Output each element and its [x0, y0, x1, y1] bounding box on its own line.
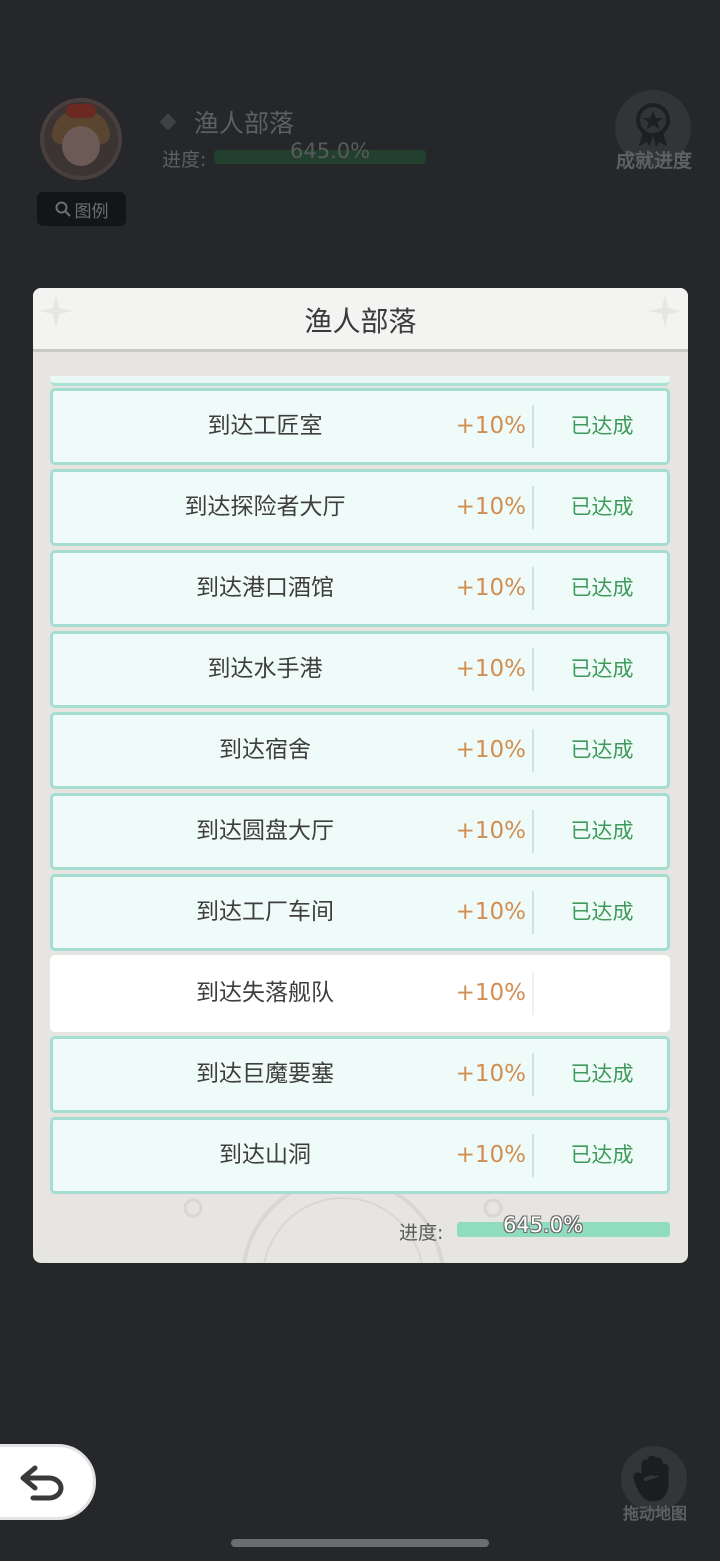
- achievement-status: 已达成: [570, 819, 634, 843]
- dialog-progress-label: 进度:: [399, 1222, 444, 1244]
- area-progress-label: 进度:: [162, 149, 207, 171]
- drag-map-label: 拖动地图: [622, 1504, 687, 1523]
- achievement-progress-button[interactable]: 成就进度: [613, 90, 693, 176]
- avatar-face: [62, 126, 100, 166]
- achievement-bonus: +10%: [455, 413, 526, 439]
- achievement-bonus: +10%: [455, 980, 526, 1006]
- dialog-title: 渔人部落: [304, 305, 417, 338]
- achievement-name: 到达港口酒馆: [196, 575, 334, 601]
- achievement-status: [534, 958, 670, 1029]
- achievement-name: 到达宿舍: [219, 737, 311, 763]
- achievement-name: 到达工厂车间: [196, 899, 334, 925]
- dialog-header: 渔人部落: [33, 288, 688, 352]
- achievement-status: 已达成: [570, 900, 634, 924]
- achievement-name: 到达巨魔要塞: [196, 1061, 334, 1087]
- achievement-row[interactable]: 到达圆盘大厅 +10% 已达成: [50, 793, 670, 870]
- achievement-dialog: 渔人部落 到达工匠室 +10% 已达成 到达探险者大厅 +10% 已达成 到达港口酒馆 +10…: [33, 288, 688, 1263]
- player-avatar[interactable]: [40, 98, 122, 180]
- diamond-icon: [159, 113, 177, 131]
- achievement-row[interactable]: 到达水手港 +10% 已达成: [50, 631, 670, 708]
- achievement-row[interactable]: 到达工匠室 +10% 已达成: [50, 388, 670, 465]
- achievement-name: 到达山洞: [219, 1142, 311, 1168]
- corner-star-icon: [648, 294, 682, 328]
- legend-label: 图例: [74, 201, 109, 222]
- achievement-status: 已达成: [570, 414, 634, 438]
- achievement-name: 到达圆盘大厅: [196, 818, 334, 844]
- achievement-status: 已达成: [570, 1143, 634, 1167]
- area-title-text: 渔人部落: [194, 109, 295, 138]
- list-scroll-edge: [50, 376, 670, 386]
- search-icon: [55, 201, 71, 217]
- medal-icon: [636, 103, 670, 147]
- achievement-bonus: +10%: [455, 1142, 526, 1168]
- legend-button[interactable]: 图例: [37, 192, 126, 226]
- achievement-status: 已达成: [570, 1062, 634, 1086]
- achievement-row[interactable]: 到达港口酒馆 +10% 已达成: [50, 550, 670, 627]
- achievement-row[interactable]: 到达工厂车间 +10% 已达成: [50, 874, 670, 951]
- achievement-bonus: +10%: [455, 737, 526, 763]
- achievement-row[interactable]: 到达山洞 +10% 已达成: [50, 1117, 670, 1194]
- home-indicator[interactable]: [231, 1539, 489, 1547]
- achievement-status: 已达成: [570, 576, 634, 600]
- achievement-name: 到达失落舰队: [196, 980, 334, 1006]
- achievement-bonus: +10%: [455, 818, 526, 844]
- achievement-name: 到达探险者大厅: [184, 494, 346, 520]
- achievement-status: 已达成: [570, 495, 634, 519]
- back-button[interactable]: [0, 1444, 96, 1520]
- hand-icon: [633, 1455, 669, 1502]
- achievement-row[interactable]: 到达巨魔要塞 +10% 已达成: [50, 1036, 670, 1113]
- achievement-name: 到达水手港: [207, 656, 323, 682]
- drag-map-button[interactable]: 拖动地图: [617, 1446, 693, 1526]
- achievement-status: 已达成: [570, 657, 634, 681]
- achievement-row[interactable]: 到达宿舍 +10% 已达成: [50, 712, 670, 789]
- undo-arrow-icon: [20, 1465, 64, 1501]
- dialog-progress-value: 645.0%: [503, 1213, 584, 1237]
- achievement-label: 成就进度: [615, 150, 692, 172]
- achievement-bonus: +10%: [455, 899, 526, 925]
- achievement-bonus: +10%: [455, 1061, 526, 1087]
- achievement-bonus: +10%: [455, 494, 526, 520]
- achievement-name: 到达工匠室: [207, 413, 323, 439]
- achievement-row[interactable]: 到达探险者大厅 +10% 已达成: [50, 469, 670, 546]
- achievement-bonus: +10%: [455, 575, 526, 601]
- area-progress-value: 645.0%: [290, 139, 371, 163]
- area-title: 渔人部落: [159, 104, 295, 140]
- achievement-status: 已达成: [570, 738, 634, 762]
- achievement-bonus: +10%: [455, 656, 526, 682]
- avatar-bow: [66, 104, 96, 118]
- achievement-row[interactable]: 到达失落舰队 +10%: [50, 955, 670, 1032]
